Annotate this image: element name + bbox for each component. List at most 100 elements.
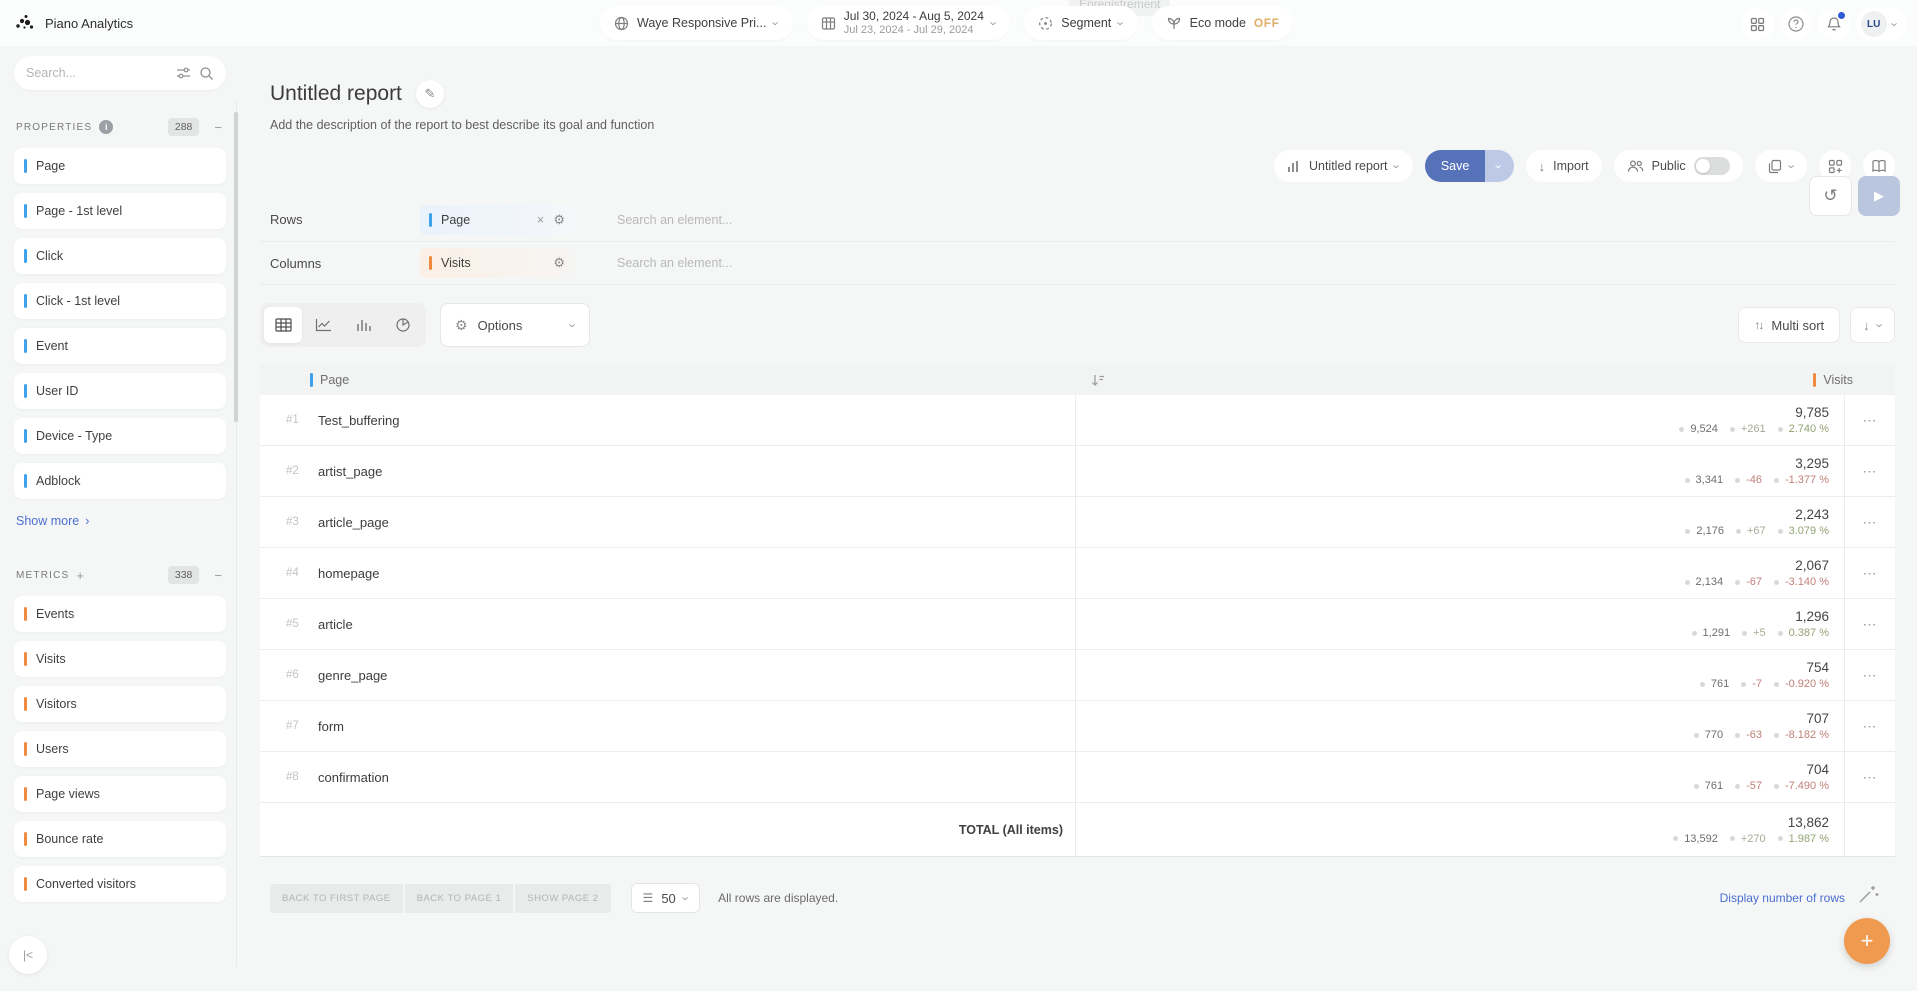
table-row[interactable]: #6 genre_page 754 761 -7 -0.920 % ⋯: [260, 650, 1895, 701]
sidebar-property-item[interactable]: Adblock: [14, 463, 226, 499]
sidebar-metric-item[interactable]: Users: [14, 731, 226, 767]
sidebar-scrollbar-thumb[interactable]: [234, 112, 238, 422]
back-to-first-page-button[interactable]: BACK TO FIRST PAGE: [270, 884, 403, 913]
row-menu-button[interactable]: ⋯: [1845, 650, 1895, 700]
notifications-button[interactable]: [1818, 8, 1850, 40]
sidebar-metric-item[interactable]: Bounce rate: [14, 821, 226, 857]
row-dimension-chip[interactable]: Page × ⚙: [420, 205, 575, 235]
eco-mode-toggle[interactable]: Eco mode OFF: [1152, 6, 1294, 40]
back-to-page-1-button[interactable]: BACK TO PAGE 1: [405, 884, 514, 913]
run-query-button[interactable]: ▶: [1858, 176, 1900, 216]
magic-wand-icon[interactable]: [1856, 882, 1880, 906]
property-accent-bar: [24, 294, 27, 308]
sidebar-property-item[interactable]: User ID: [14, 373, 226, 409]
sidebar-property-item[interactable]: Click: [14, 238, 226, 274]
sidebar-property-item[interactable]: Click - 1st level: [14, 283, 226, 319]
bullet-icon: [1735, 580, 1740, 585]
save-options-button[interactable]: ›: [1485, 150, 1513, 182]
rows-search-input[interactable]: [617, 213, 937, 227]
row-menu-button[interactable]: ⋯: [1845, 752, 1895, 802]
duplicate-button[interactable]: ›: [1755, 150, 1807, 182]
table-row[interactable]: #1 Test_buffering 9,785 9,524 +261 2.740…: [260, 395, 1895, 446]
page-size-select[interactable]: ☰ 50 ›: [631, 883, 701, 913]
avatar: LU: [1861, 11, 1887, 37]
sidebar-property-item[interactable]: Event: [14, 328, 226, 364]
bullet-icon: [1774, 580, 1779, 585]
chip-label: Visits: [441, 256, 544, 270]
column-metric-chip[interactable]: Visits ⚙: [420, 248, 575, 278]
bar-chart-view-button[interactable]: [344, 307, 382, 343]
sidebar-metric-item[interactable]: Visits: [14, 641, 226, 677]
report-description[interactable]: Add the description of the report to bes…: [260, 118, 1895, 132]
row-menu-button[interactable]: ⋯: [1845, 497, 1895, 547]
collapse-section-icon[interactable]: −: [214, 120, 222, 135]
row-menu-button[interactable]: ⋯: [1845, 599, 1895, 649]
add-metric-icon[interactable]: +: [76, 568, 84, 583]
leaf-icon: [1166, 15, 1182, 31]
row-menu-button[interactable]: ⋯: [1845, 395, 1895, 445]
sidebar-metric-item[interactable]: Page views: [14, 776, 226, 812]
search-input[interactable]: [26, 66, 168, 80]
sidebar-metric-item[interactable]: Converted visitors: [14, 866, 226, 902]
row-visits-value: 1,296: [1795, 609, 1829, 624]
table-view-button[interactable]: [264, 307, 302, 343]
report-select[interactable]: Untitled report ›: [1274, 150, 1413, 182]
row-page-name: confirmation: [318, 770, 389, 785]
table-row[interactable]: #4 homepage 2,067 2,134 -67 -3.140 % ⋯: [260, 548, 1895, 599]
row-menu-button[interactable]: ⋯: [1845, 701, 1895, 751]
add-button[interactable]: +: [1844, 918, 1890, 964]
table-row[interactable]: #5 article 1,296 1,291 +5 0.387 % ⋯: [260, 599, 1895, 650]
date-range-selector[interactable]: Jul 30, 2024 - Aug 5, 2024 Jul 23, 2024 …: [807, 6, 1010, 40]
sidebar-search[interactable]: [14, 56, 226, 90]
sidebar-property-item[interactable]: Device - Type: [14, 418, 226, 454]
sidebar-metric-item[interactable]: Events: [14, 596, 226, 632]
import-button[interactable]: ↓ Import: [1526, 150, 1602, 182]
sidebar-property-item[interactable]: Page - 1st level: [14, 193, 226, 229]
property-accent-bar: [24, 249, 27, 263]
collapse-section-icon[interactable]: −: [214, 568, 222, 583]
sidebar-property-item[interactable]: Page: [14, 148, 226, 184]
column-header-page[interactable]: Page: [260, 373, 1076, 387]
show-page-2-button[interactable]: SHOW PAGE 2: [515, 884, 610, 913]
row-page-name: form: [318, 719, 344, 734]
sort-descending-icon[interactable]: [1091, 374, 1105, 387]
public-toggle-group[interactable]: Public: [1614, 150, 1743, 182]
table-row[interactable]: #2 artist_page 3,295 3,341 -46 -1.377 % …: [260, 446, 1895, 497]
sidebar-metric-item[interactable]: Visitors: [14, 686, 226, 722]
column-header-visits[interactable]: Visits: [1813, 373, 1895, 387]
row-menu-button[interactable]: ⋯: [1845, 548, 1895, 598]
show-more-link[interactable]: Show more›: [16, 514, 89, 528]
line-chart-view-button[interactable]: [304, 307, 342, 343]
gear-icon[interactable]: ⚙: [553, 255, 565, 271]
remove-chip-icon[interactable]: ×: [537, 212, 545, 227]
search-icon[interactable]: [199, 66, 214, 81]
undo-button[interactable]: ↺: [1809, 176, 1852, 216]
table-row[interactable]: #3 article_page 2,243 2,176 +67 3.079 % …: [260, 497, 1895, 548]
collapse-sidebar-button[interactable]: |<: [9, 936, 47, 974]
table-row[interactable]: #8 confirmation 704 761 -57 -7.490 % ⋯: [260, 752, 1895, 803]
pie-chart-view-button[interactable]: [384, 307, 422, 343]
query-builder: Rows Page × ⚙ Columns Visits ⚙: [260, 198, 1895, 285]
row-menu-button[interactable]: ⋯: [1845, 446, 1895, 496]
segment-selector[interactable]: Segment ›: [1024, 6, 1137, 40]
display-number-of-rows-link[interactable]: Display number of rows: [1720, 891, 1845, 905]
multi-sort-button[interactable]: ↑↓ Multi sort: [1738, 307, 1840, 343]
export-button[interactable]: ↓ ›: [1850, 307, 1895, 343]
site-selector[interactable]: Waye Responsive Pri... ›: [600, 6, 793, 40]
save-button[interactable]: Save: [1425, 150, 1486, 182]
row-page-name: article: [318, 617, 353, 632]
options-dropdown[interactable]: ⚙ Options ›: [440, 303, 590, 347]
metric-accent-bar: [24, 697, 27, 711]
public-toggle[interactable]: [1694, 157, 1730, 175]
info-icon[interactable]: i: [99, 120, 113, 134]
page-column-label: Page: [320, 373, 349, 387]
gear-icon[interactable]: ⚙: [553, 212, 565, 228]
apps-grid-button[interactable]: [1742, 8, 1774, 40]
help-button[interactable]: [1780, 8, 1812, 40]
user-menu[interactable]: LU ›: [1856, 7, 1907, 41]
filters-icon[interactable]: [176, 66, 191, 80]
edit-title-button[interactable]: ✎: [416, 80, 444, 108]
total-delta-value: +270: [1741, 833, 1766, 845]
columns-search-input[interactable]: [617, 256, 937, 270]
table-row[interactable]: #7 form 707 770 -63 -8.182 % ⋯: [260, 701, 1895, 752]
